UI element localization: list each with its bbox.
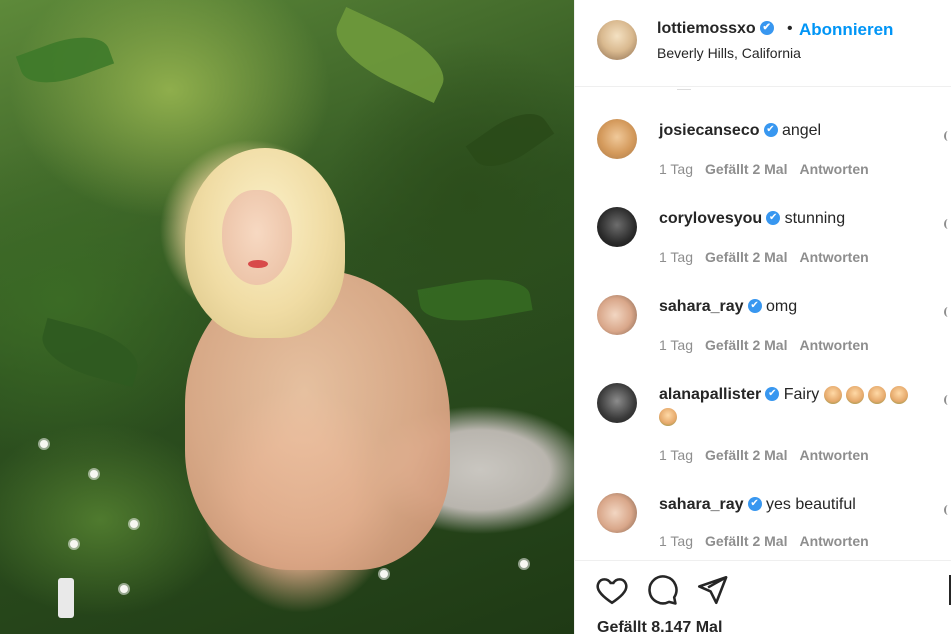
heart-icon[interactable] [595, 573, 629, 607]
scroll-hint [677, 87, 691, 90]
author-name[interactable]: lottiemossxo [657, 20, 756, 37]
verified-badge-icon: ✔ [763, 122, 778, 137]
foliage [35, 317, 145, 388]
comment-likes[interactable]: Gefällt 2 Mal [705, 161, 787, 177]
reply-button[interactable]: Antworten [799, 161, 868, 177]
commenter-avatar[interactable] [597, 493, 637, 533]
candle [58, 578, 74, 618]
verified-badge-icon: ✔ [747, 298, 762, 313]
reply-button[interactable]: Antworten [799, 249, 868, 265]
commenter-avatar[interactable] [597, 207, 637, 247]
comment-like-icon[interactable] [944, 505, 951, 515]
comment-meta: 1 Tag Gefällt 2 Mal Antworten [659, 161, 881, 177]
comment-time[interactable]: 1 Tag [659, 533, 693, 549]
comment-meta: 1 Tag Gefällt 2 Mal Antworten [659, 447, 881, 463]
comment-text: corylovesyou ✔ stunning [659, 208, 929, 230]
comment-like-icon[interactable] [944, 307, 951, 317]
comment-body: Fairy [783, 386, 820, 403]
comments-list[interactable]: josiecanseco ✔ angel 1 Tag Gefällt 2 Mal An… [575, 87, 951, 560]
comment-body: omg [765, 298, 798, 315]
comment-time[interactable]: 1 Tag [659, 337, 693, 353]
comment-time[interactable]: 1 Tag [659, 447, 693, 463]
foliage [15, 25, 115, 95]
commenter-avatar[interactable] [597, 295, 637, 335]
post-actions: Gefällt 8.147 Mal [575, 560, 951, 637]
comment-likes[interactable]: Gefällt 2 Mal [705, 447, 787, 463]
comment-body: stunning [784, 210, 846, 227]
foliage [325, 6, 455, 104]
location-link[interactable]: Beverly Hills, California [657, 45, 801, 61]
reply-button[interactable]: Antworten [799, 533, 868, 549]
flower [520, 560, 528, 568]
author-username[interactable]: lottiemossxo ✔ [657, 20, 774, 38]
reply-button[interactable]: Antworten [799, 337, 868, 353]
post-photo[interactable] [0, 0, 574, 634]
flower [130, 520, 138, 528]
commenter-username[interactable]: corylovesyou [659, 210, 762, 227]
comment-like-icon[interactable] [944, 131, 951, 141]
comment-meta: 1 Tag Gefällt 2 Mal Antworten [659, 249, 881, 265]
comment-text: josiecanseco ✔ angel [659, 120, 929, 142]
flower [90, 470, 98, 478]
comment-like-icon[interactable] [944, 395, 951, 405]
comment-body: angel [781, 122, 822, 139]
comment-likes[interactable]: Gefällt 2 Mal [705, 249, 787, 265]
commenter-username[interactable]: alanapallister [659, 386, 761, 403]
commenter-username[interactable]: sahara_ray [659, 496, 744, 513]
comment-meta: 1 Tag Gefällt 2 Mal Antworten [659, 337, 881, 353]
comment-text: sahara_ray ✔ omg [659, 296, 929, 318]
flower [120, 585, 128, 593]
likes-count[interactable]: Gefällt 8.147 Mal [597, 619, 722, 637]
flower [70, 540, 78, 548]
commenter-username[interactable]: josiecanseco [659, 122, 760, 139]
follow-button[interactable]: Abonnieren [799, 20, 893, 40]
author-avatar[interactable] [597, 20, 637, 60]
comment-time[interactable]: 1 Tag [659, 161, 693, 177]
fairy-emoji-icon [659, 407, 677, 426]
comment-text: alanapallister ✔ Fairy [659, 384, 929, 428]
separator-dot: • [787, 20, 793, 37]
verified-badge-icon: ✔ [765, 386, 780, 401]
reply-button[interactable]: Antworten [799, 447, 868, 463]
comment-likes[interactable]: Gefällt 2 Mal [705, 337, 787, 353]
verified-badge-icon: ✔ [747, 496, 762, 511]
comment-meta: 1 Tag Gefällt 2 Mal Antworten [659, 533, 881, 549]
comment-body: yes beautiful [765, 496, 856, 513]
foliage [417, 270, 533, 330]
comment-time[interactable]: 1 Tag [659, 249, 693, 265]
flower [40, 440, 48, 448]
fairy-emoji-icon [889, 385, 908, 404]
flower [380, 570, 388, 578]
comment-icon[interactable] [645, 573, 679, 607]
commenter-avatar[interactable] [597, 119, 637, 159]
person-face [222, 190, 292, 285]
post-header: lottiemossxo ✔ • Abonnieren Beverly Hills… [575, 0, 951, 87]
foliage [465, 100, 555, 180]
verified-badge-icon: ✔ [759, 20, 774, 35]
post-side-panel: lottiemossxo ✔ • Abonnieren Beverly Hills… [574, 0, 951, 637]
verified-badge-icon: ✔ [766, 210, 781, 225]
share-icon[interactable] [695, 573, 729, 607]
fairy-emoji-icon [823, 385, 842, 404]
fairy-emoji-icon [845, 385, 864, 404]
commenter-username[interactable]: sahara_ray [659, 298, 744, 315]
comment-like-icon[interactable] [944, 219, 951, 229]
fairy-emoji-icon [867, 385, 886, 404]
comment-text: sahara_ray ✔ yes beautiful [659, 494, 929, 516]
person-lips [248, 260, 268, 268]
comment-likes[interactable]: Gefällt 2 Mal [705, 533, 787, 549]
commenter-avatar[interactable] [597, 383, 637, 423]
